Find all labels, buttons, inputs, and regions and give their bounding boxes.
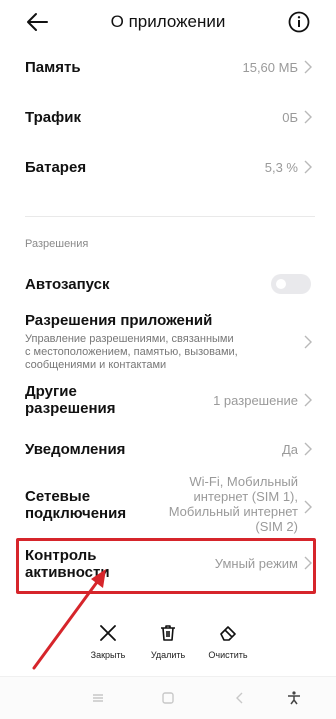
row-value: 0Б — [282, 110, 298, 125]
system-navbar — [0, 676, 336, 719]
row-label: Уведомления — [25, 441, 126, 458]
row-label: Разрешения приложений — [25, 312, 213, 329]
close-icon — [100, 625, 116, 641]
page-title: О приложении — [110, 12, 226, 31]
row-label: Автозапуск — [25, 276, 110, 293]
row-value: 5,3 % — [264, 160, 298, 175]
desc-line: с местоположением, памятью, вызовами, — [25, 346, 238, 358]
row-label: Память — [25, 59, 81, 76]
row-description: Управление разрешениями, связанными с ме… — [25, 333, 290, 372]
row-label: Батарея — [25, 159, 87, 176]
chevron-right-icon — [304, 335, 312, 349]
row-other-permissions[interactable]: Другие разрешения 1 разрешение — [0, 380, 336, 422]
value-line: Wi-Fi, Мобильный — [189, 474, 298, 489]
close-button[interactable]: Закрыть — [78, 596, 138, 660]
row-label: Трафик — [25, 109, 81, 126]
clear-button[interactable]: Очистить — [198, 596, 258, 660]
label-line: Сетевые — [25, 488, 91, 505]
desc-line: сообщениями и контактами — [25, 359, 167, 371]
row-app-permissions[interactable]: Разрешения приложений Управление разреше… — [0, 308, 336, 378]
highlight-frame — [16, 538, 316, 594]
action-label: Удалить — [150, 650, 186, 660]
eraser-icon — [220, 626, 236, 641]
row-value: Wi-Fi, Мобильный интернет (SIM 1), Мобил… — [169, 474, 298, 534]
row-label: Другие разрешения — [25, 383, 116, 417]
chevron-right-icon — [304, 160, 312, 174]
trash-icon — [161, 625, 175, 641]
home-square-icon[interactable] — [160, 691, 176, 705]
accessibility-icon[interactable] — [286, 691, 302, 705]
row-traffic[interactable]: Трафик 0Б — [0, 98, 336, 138]
row-battery[interactable]: Батарея 5,3 % — [0, 148, 336, 188]
delete-button[interactable]: Удалить — [138, 596, 198, 660]
row-value: 1 разрешение — [213, 393, 298, 408]
chevron-right-icon — [304, 110, 312, 124]
value-line: Мобильный интернет — [168, 504, 298, 519]
label-line: Другие — [25, 383, 77, 400]
chevron-right-icon — [304, 393, 312, 407]
label-line: подключения — [25, 505, 127, 522]
row-notifications[interactable]: Уведомления Да — [0, 430, 336, 470]
row-label: Сетевые подключения — [25, 488, 126, 522]
value-line: интернет (SIM 1), — [193, 489, 298, 504]
desc-line: Управление разрешениями, связанными — [25, 333, 234, 345]
action-label: Закрыть — [90, 650, 126, 660]
label-line: разрешения — [25, 400, 116, 417]
value-line: (SIM 2) — [255, 519, 298, 534]
toggle-knob — [276, 279, 286, 289]
bottom-actions: Закрыть Удалить Очистить — [0, 596, 336, 668]
row-value: Да — [281, 442, 298, 457]
info-circle-icon[interactable] — [288, 11, 310, 33]
row-value: 15,60 МБ — [242, 60, 298, 75]
section-divider — [25, 216, 315, 217]
back-triangle-icon[interactable] — [232, 691, 248, 705]
row-network[interactable]: Сетевые подключения Wi-Fi, Мобильный инт… — [0, 474, 336, 536]
chevron-right-icon — [304, 442, 312, 456]
menu-icon[interactable] — [90, 691, 106, 705]
action-label: Очистить — [208, 650, 248, 660]
chevron-right-icon — [304, 60, 312, 74]
autostart-toggle[interactable] — [271, 274, 311, 294]
chevron-right-icon — [304, 500, 312, 514]
row-memory[interactable]: Память 15,60 МБ — [0, 48, 336, 88]
app-header: О приложении — [0, 0, 336, 44]
section-title: Разрешения — [25, 238, 89, 250]
